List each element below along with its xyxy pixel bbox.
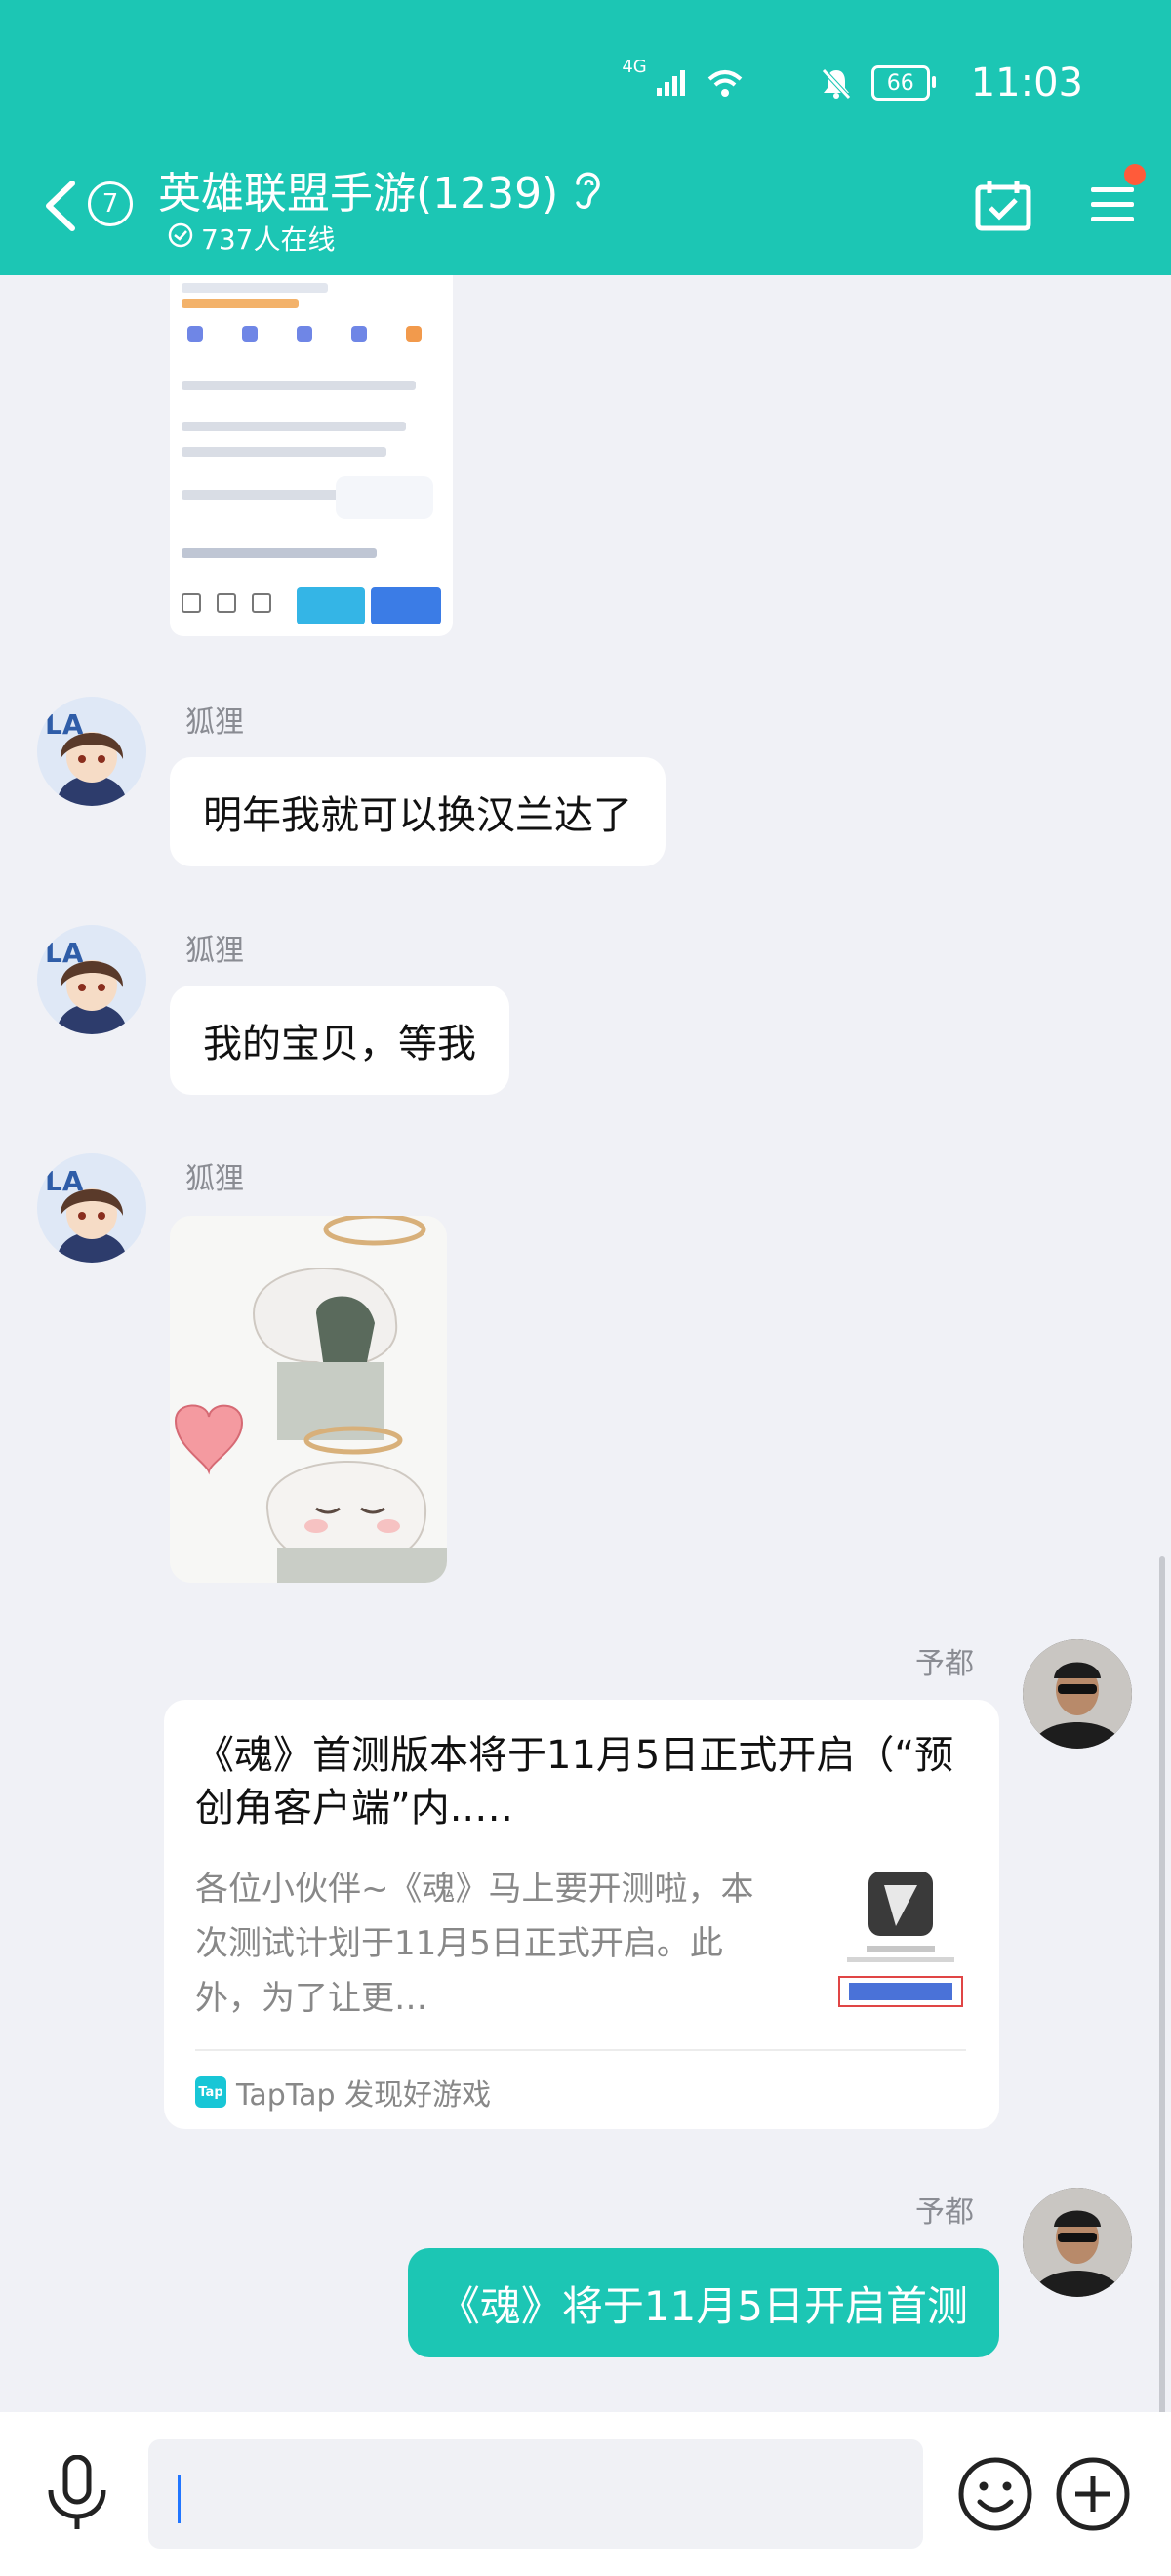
card-title: 《魂》首测版本将于11月5日正式开启（“预创角客户端”内..… [195,1733,954,1831]
online-status: 737人在线 [168,219,335,258]
taptap-logo: Tap [195,2076,226,2108]
wifi-icon [706,68,745,98]
avatar[interactable] [1023,1639,1132,1749]
avatar[interactable]: LA [37,1153,146,1263]
avatar[interactable]: LA [37,697,146,806]
sender-name: 狐狸 [185,1162,244,1196]
menu-icon[interactable] [1089,183,1136,230]
avatar[interactable]: LA [37,925,146,1034]
shared-link-card[interactable]: 《魂》首测版本将于11月5日正式开启（“预创角客户端”内..… 各位小伙伴~《魂… [164,1700,999,2129]
battery-level: 66 [886,70,914,96]
sender-name: 狐狸 [185,934,244,968]
ear-icon[interactable] [568,166,607,215]
text-caret [178,2475,181,2523]
card-divider [195,2049,966,2051]
group-title[interactable]: 英雄联盟手游(1239) [158,158,558,221]
online-count: 737人在线 [201,223,336,256]
shared-screenshot-image[interactable] [170,275,453,636]
online-check-icon [168,222,193,255]
input-bar [0,2412,1171,2576]
mute-bell-icon [819,65,854,101]
notification-dot [1124,164,1146,185]
sender-name: 予都 [915,2195,974,2230]
card-thumbnail [828,1872,974,2014]
message-bubble[interactable]: 明年我就可以换汉兰达了 [170,757,666,866]
scrollbar[interactable] [1159,1556,1165,2415]
sticker-image[interactable] [170,1216,447,1583]
unread-count-badge[interactable]: 7 [88,181,133,226]
card-source: Tap TapTap 发现好游戏 [195,2071,491,2113]
message-bubble[interactable]: 我的宝贝，等我 [170,986,509,1095]
message-input[interactable] [148,2439,923,2549]
status-bar: 4G 66 11:03 [622,57,1083,105]
sender-name: 狐狸 [185,705,244,740]
calendar-check-icon[interactable] [974,178,1032,236]
signal-icon [655,68,688,98]
sent-message-bubble[interactable]: 《魂》将于11月5日开启首测 [407,2248,999,2357]
battery-icon: 66 [870,65,936,101]
sender-name: 予都 [915,1647,974,1681]
back-arrow-icon[interactable] [43,180,76,236]
add-plus-icon[interactable] [1054,2455,1132,2537]
microphone-icon[interactable] [43,2454,111,2537]
avatar[interactable] [1023,2188,1132,2297]
chat-header: 4G 66 11:03 7 英雄联盟手游(1239) 737人在线 [0,0,1171,275]
unread-count: 7 [101,189,119,219]
emoji-icon[interactable] [956,2455,1034,2537]
clock: 11:03 [970,60,1083,105]
network-label: 4G [622,57,647,77]
card-source-label: TapTap 发现好游戏 [236,2078,492,2113]
card-description: 各位小伙伴~《魂》马上要开测啦，本次测试计划于11月5日正式开启。此外，为了让更… [195,1870,754,2018]
